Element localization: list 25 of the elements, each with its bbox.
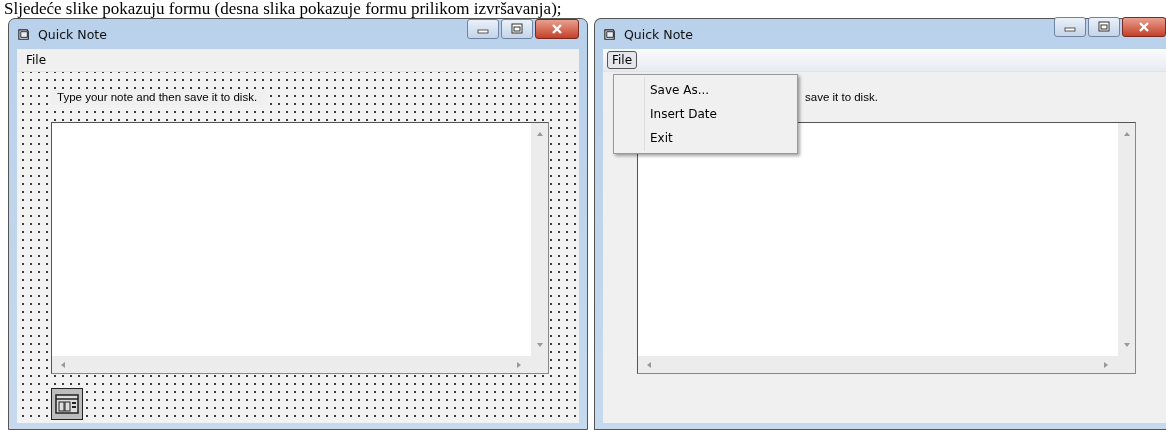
close-icon — [1137, 21, 1151, 33]
vertical-scrollbar[interactable] — [1118, 123, 1135, 356]
minimize-button[interactable] — [1054, 17, 1086, 37]
horizontal-scrollbar[interactable] — [52, 356, 548, 373]
menu-option[interactable]: Exit — [584, 126, 797, 150]
window-title: Quick Note — [624, 26, 694, 42]
form-icon — [603, 26, 618, 42]
vertical-scrollbar[interactable] — [531, 123, 548, 356]
timer-control-icon[interactable] — [51, 388, 83, 420]
menu-option[interactable]: Insert Date — [584, 102, 797, 126]
minimize-button[interactable] — [467, 19, 499, 39]
window-title: Quick Note — [38, 26, 108, 42]
maximize-button[interactable] — [501, 19, 533, 39]
close-icon — [550, 23, 564, 35]
maximize-icon — [1097, 21, 1111, 33]
form-icon — [17, 26, 32, 42]
menu-item[interactable]: File — [607, 51, 638, 69]
maximize-icon — [510, 23, 524, 35]
close-button[interactable] — [535, 19, 579, 39]
menu-item[interactable]: File — [21, 51, 52, 69]
menu-option[interactable]: Save As... — [584, 78, 797, 102]
caption-text: Sljedeće slike pokazuju formu (desna slika pokazuje formu prilikom izvršavanja); — [3, 0, 563, 18]
maximize-button[interactable] — [1088, 17, 1120, 37]
horizontal-scrollbar[interactable] — [638, 356, 1135, 373]
close-button[interactable] — [1122, 17, 1166, 37]
